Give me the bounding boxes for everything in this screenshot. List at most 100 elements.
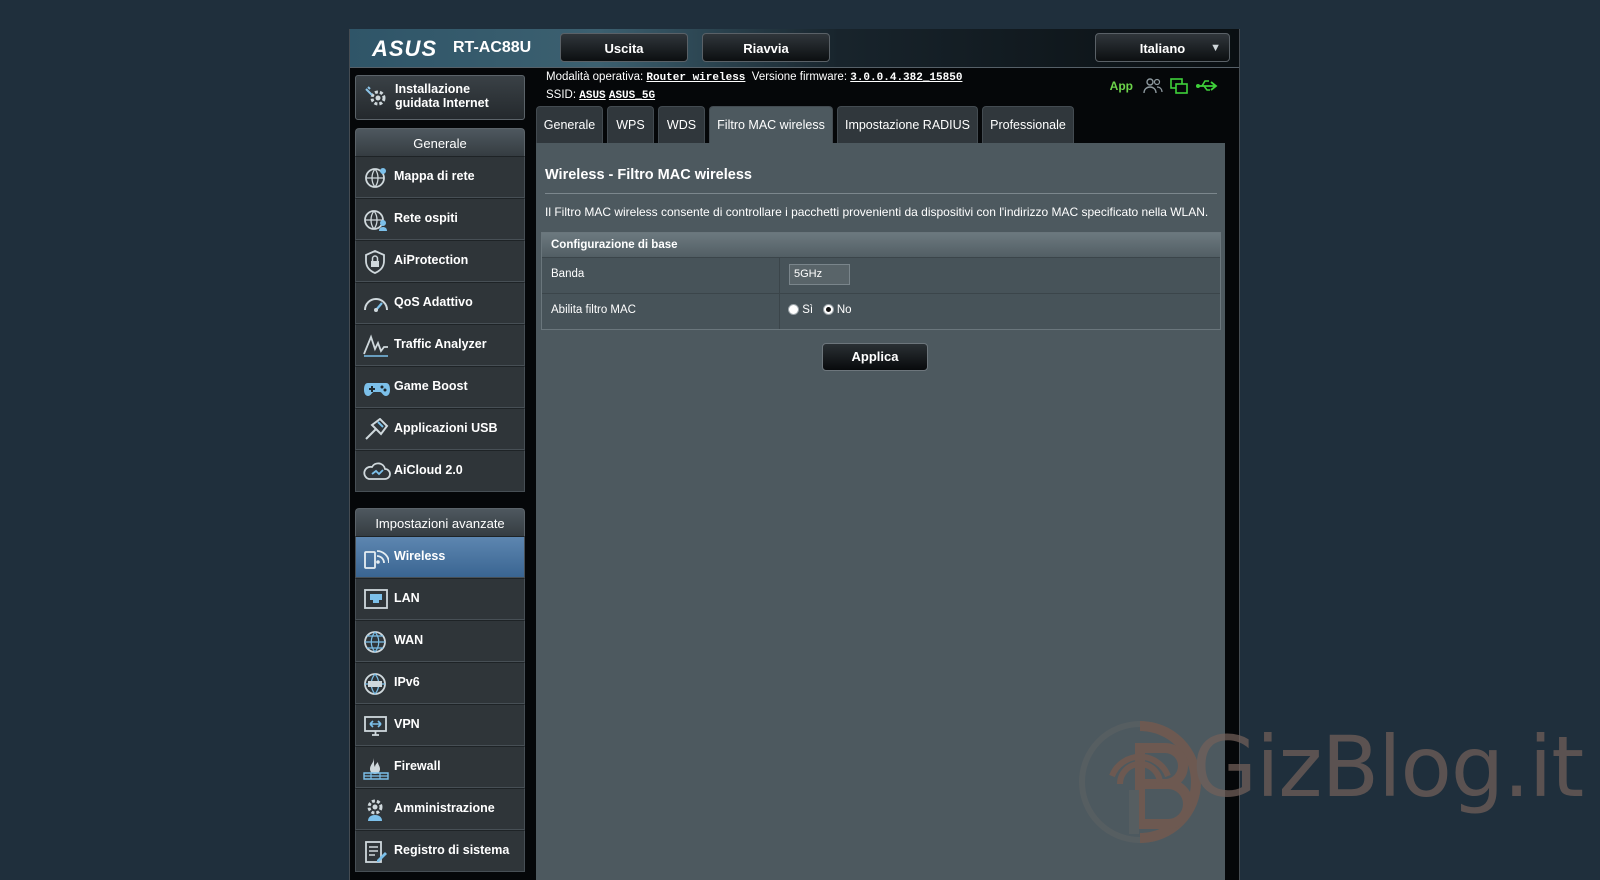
page-description: Il Filtro MAC wireless consente di contr… xyxy=(545,205,1209,219)
ssid-5g-link[interactable]: ASUS_5G xyxy=(609,90,655,102)
sidebar-item-label: Traffic Analyzer xyxy=(394,337,487,351)
sidebar-item-label: Wireless xyxy=(394,549,446,563)
firmware-label: Versione firmware: xyxy=(751,71,848,83)
band-label: Banda xyxy=(542,258,780,293)
sidebar-section-general: Generale Mappa di rete Rete ospiti AiPro… xyxy=(355,128,525,492)
clients-icon[interactable] xyxy=(1143,77,1163,95)
sidebar-item-wan[interactable]: WAN xyxy=(355,620,525,662)
sidebar-section-advanced-header: Impostazioni avanzate xyxy=(355,508,525,536)
lan-icon xyxy=(364,589,388,609)
sidebar-item-label: Firewall xyxy=(394,759,441,773)
tab-mac-filter[interactable]: Filtro MAC wireless xyxy=(709,106,833,143)
table-row-mac-filter: Abilita filtro MAC Sì No xyxy=(542,293,1220,329)
sidebar-item-traffic-analyzer[interactable]: Traffic Analyzer xyxy=(355,324,525,366)
logout-button[interactable]: Uscita xyxy=(560,33,688,62)
cloud-icon xyxy=(363,462,391,480)
table-header: Configurazione di base xyxy=(542,233,1220,257)
sidebar-item-lan[interactable]: LAN xyxy=(355,578,525,620)
firmware-link[interactable]: 3.0.0.4.382_15850 xyxy=(850,72,962,84)
top-bar: ASUS RT-AC88U Uscita Riavvia Italiano ▼ xyxy=(350,29,1239,68)
ssid-label: SSID: xyxy=(546,89,577,101)
sidebar-item-label: Applicazioni USB xyxy=(394,421,498,435)
language-select-value: Italiano xyxy=(1139,41,1186,56)
qis-label-line2: guidata Internet xyxy=(395,96,489,110)
sidebar-section-advanced: Impostazioni avanzate Wireless LAN WAN I… xyxy=(355,508,525,872)
wireless-icon xyxy=(364,550,389,569)
mac-filter-yes-label: Sì xyxy=(802,304,814,316)
table-row-band: Banda 5GHz xyxy=(542,257,1220,293)
vpn-icon xyxy=(364,716,387,736)
sidebar-item-label: Rete ospiti xyxy=(394,211,458,225)
router-info: Modalità operativa: Router wireless Vers… xyxy=(546,69,962,105)
mode-link[interactable]: Router wireless xyxy=(646,72,745,84)
sidebar-item-label: Registro di sistema xyxy=(394,843,510,857)
quick-internet-setup-button[interactable]: Installazione guidata Internet xyxy=(355,75,525,120)
tab-radius[interactable]: Impostazione RADIUS xyxy=(837,106,978,143)
admin-gear-icon xyxy=(367,799,383,821)
sidebar-item-usb-applications[interactable]: Applicazioni USB xyxy=(355,408,525,450)
sidebar-item-network-map[interactable]: Mappa di rete xyxy=(355,156,525,198)
watermark-logo-icon xyxy=(1079,721,1201,843)
sidebar-item-adaptive-qos[interactable]: QoS Adattivo xyxy=(355,282,525,324)
sidebar-item-label: AiProtection xyxy=(394,253,469,267)
sidebar-item-system-log[interactable]: Registro di sistema xyxy=(355,830,525,872)
qis-label-line1: Installazione xyxy=(395,82,471,96)
usb-app-icon xyxy=(365,418,389,440)
apply-button[interactable]: Applica xyxy=(822,343,928,371)
watermark-text: GizBlog.it xyxy=(1192,718,1584,816)
guest-network-icon xyxy=(364,210,387,231)
model-name: RT-AC88U xyxy=(453,39,532,56)
ipv6-icon xyxy=(364,673,386,695)
reboot-button[interactable]: Riavvia xyxy=(702,33,830,62)
shield-lock-icon xyxy=(365,250,385,274)
app-link[interactable]: App xyxy=(1110,79,1133,93)
sidebar-item-label: Game Boost xyxy=(394,379,468,393)
status-icons: App xyxy=(1099,77,1219,99)
tab-general[interactable]: Generale xyxy=(536,106,603,143)
sidebar-section-general-header: Generale xyxy=(355,128,525,156)
globe-icon xyxy=(364,631,386,653)
tab-professional[interactable]: Professionale xyxy=(982,106,1074,143)
sidebar-item-label: Mappa di rete xyxy=(394,169,475,183)
sidebar-item-label: QoS Adattivo xyxy=(394,295,473,309)
firewall-icon xyxy=(363,758,389,780)
sidebar-item-game-boost[interactable]: Game Boost xyxy=(355,366,525,408)
network-status-icon[interactable] xyxy=(1169,77,1189,95)
mac-filter-no-label: No xyxy=(836,304,852,316)
basic-config-table: Configurazione di base Banda 5GHz Abilit… xyxy=(541,232,1221,330)
chevron-down-icon: ▼ xyxy=(1210,42,1221,54)
gamepad-icon xyxy=(364,383,390,396)
sidebar-item-vpn[interactable]: VPN xyxy=(355,704,525,746)
mode-label: Modalità operativa: xyxy=(546,71,644,83)
speedometer-icon xyxy=(364,298,388,312)
sidebar-item-aiprotection[interactable]: AiProtection xyxy=(355,240,525,282)
sidebar-item-guest-network[interactable]: Rete ospiti xyxy=(355,198,525,240)
ssid-2g-link[interactable]: ASUS xyxy=(579,90,605,102)
band-select[interactable]: 5GHz xyxy=(789,264,850,285)
tab-wps[interactable]: WPS xyxy=(607,106,654,143)
sidebar-item-firewall[interactable]: Firewall xyxy=(355,746,525,788)
mac-filter-yes-radio[interactable] xyxy=(788,304,799,316)
sidebar-item-label: WAN xyxy=(394,633,424,647)
title-divider xyxy=(545,193,1217,194)
watermark: GizBlog.it xyxy=(1078,718,1584,848)
sidebar-item-administration[interactable]: Amministrazione xyxy=(355,788,525,830)
network-map-icon xyxy=(365,168,386,188)
usb-icon[interactable] xyxy=(1195,77,1219,95)
system-log-icon xyxy=(365,841,387,863)
mac-filter-label: Abilita filtro MAC xyxy=(542,294,780,329)
sidebar-item-label: VPN xyxy=(394,717,420,731)
sidebar-item-aicloud[interactable]: AiCloud 2.0 xyxy=(355,450,525,492)
sidebar-item-label: Amministrazione xyxy=(394,801,495,815)
tab-wds[interactable]: WDS xyxy=(658,106,705,143)
wizard-gear-icon xyxy=(365,86,386,106)
asus-logo: ASUS xyxy=(372,36,438,61)
traffic-analyzer-icon xyxy=(363,334,388,357)
mac-filter-no-radio[interactable] xyxy=(822,304,834,316)
sidebar-item-wireless[interactable]: Wireless xyxy=(355,536,525,578)
language-select[interactable]: Italiano ▼ xyxy=(1095,33,1230,62)
sidebar-item-ipv6[interactable]: IPv6 xyxy=(355,662,525,704)
sidebar-item-label: IPv6 xyxy=(394,675,420,689)
page-title: Wireless - Filtro MAC wireless xyxy=(545,167,752,183)
sidebar-item-label: AiCloud 2.0 xyxy=(394,463,463,477)
